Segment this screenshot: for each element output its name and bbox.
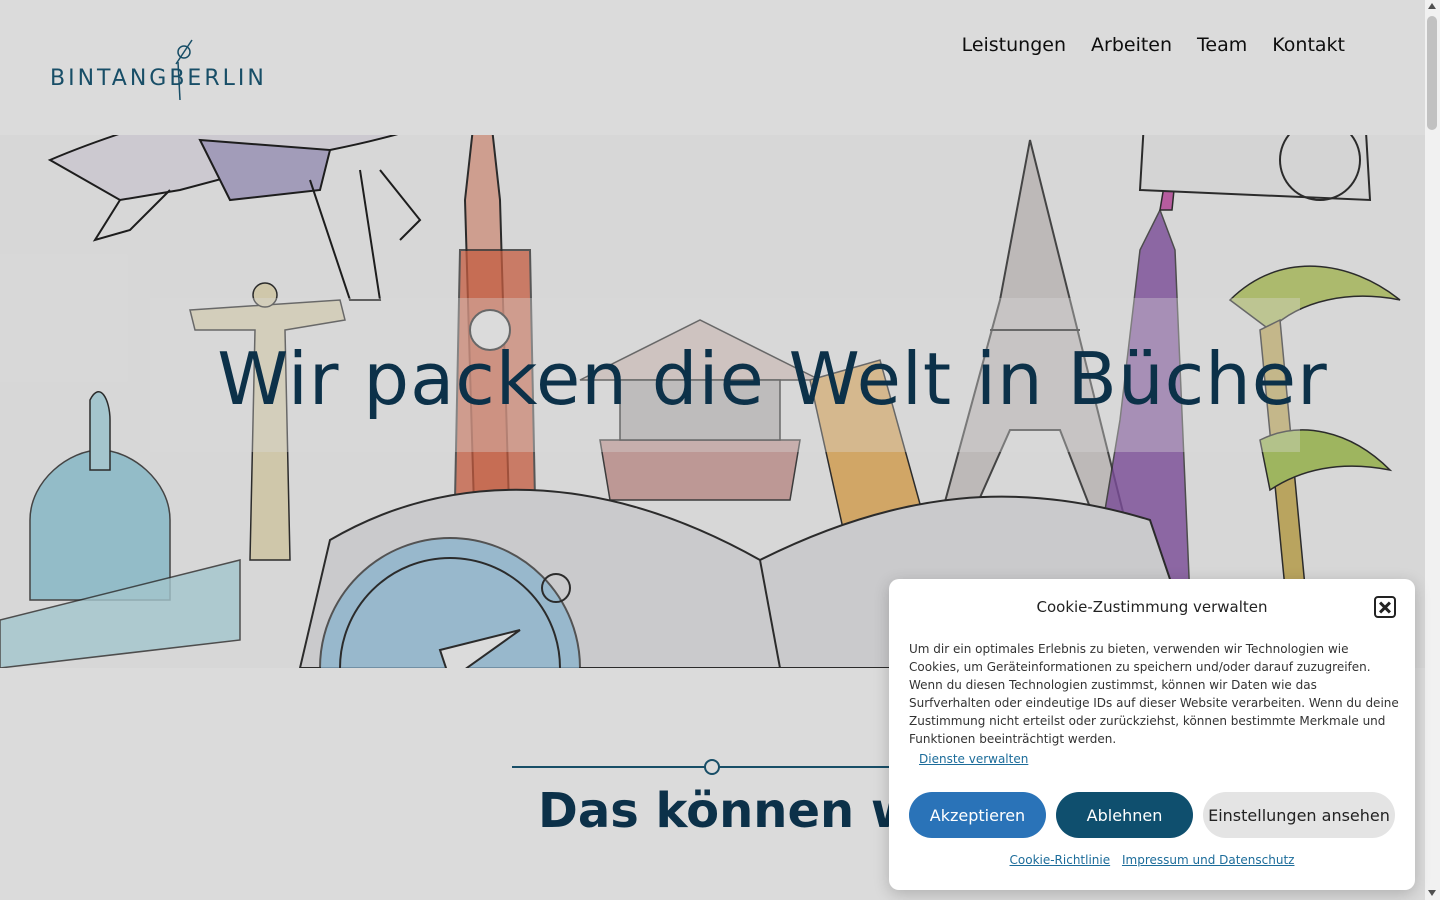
close-icon[interactable] xyxy=(1374,596,1396,618)
cookie-policy-link[interactable]: Cookie-Richtlinie xyxy=(1010,853,1111,867)
cookie-dialog-text: Um dir ein optimales Erlebnis zu bieten,… xyxy=(909,642,1399,746)
accept-button[interactable]: Akzeptieren xyxy=(909,792,1046,838)
deny-button[interactable]: Ablehnen xyxy=(1056,792,1193,838)
scroll-up-arrow-icon[interactable] xyxy=(1428,3,1436,9)
page-scrollbar[interactable] xyxy=(1425,0,1440,900)
cookie-links: Cookie-Richtlinie Impressum und Datensch… xyxy=(889,853,1415,867)
view-settings-button[interactable]: Einstellungen ansehen xyxy=(1203,792,1395,838)
cookie-dialog-title: Cookie-Zustimmung verwalten xyxy=(1036,598,1268,616)
scroll-thumb[interactable] xyxy=(1427,16,1437,130)
scroll-down-arrow-icon[interactable] xyxy=(1428,890,1436,896)
imprint-link[interactable]: Impressum und Datenschutz xyxy=(1122,853,1295,867)
manage-services-link[interactable]: Dienste verwalten xyxy=(919,752,1028,766)
cookie-consent-dialog: Cookie-Zustimmung verwalten Um dir ein o… xyxy=(889,579,1415,890)
